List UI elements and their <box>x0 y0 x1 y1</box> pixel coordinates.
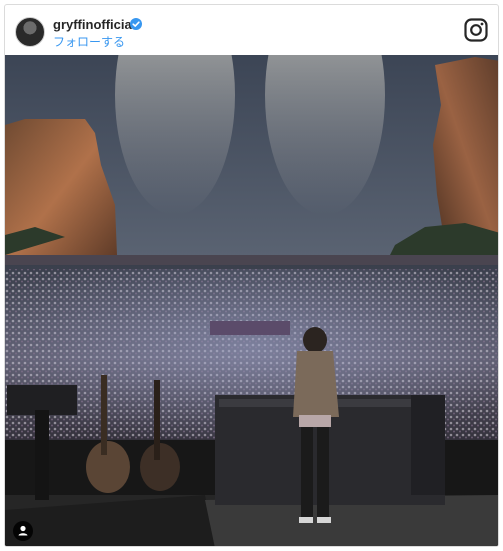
username-link[interactable]: gryffinofficial <box>53 17 135 32</box>
user-tag-button[interactable] <box>13 521 33 541</box>
avatar[interactable] <box>15 17 45 47</box>
post-header: gryffinofficial フォローする <box>5 5 498 55</box>
user-tag-icon <box>18 525 28 536</box>
instagram-embed-card: gryffinofficial フォローする <box>4 4 499 547</box>
follow-link[interactable]: フォローする <box>53 33 125 50</box>
post-photo[interactable] <box>5 55 499 547</box>
instagram-logo-icon[interactable] <box>464 18 488 42</box>
verified-badge-icon <box>130 18 142 30</box>
